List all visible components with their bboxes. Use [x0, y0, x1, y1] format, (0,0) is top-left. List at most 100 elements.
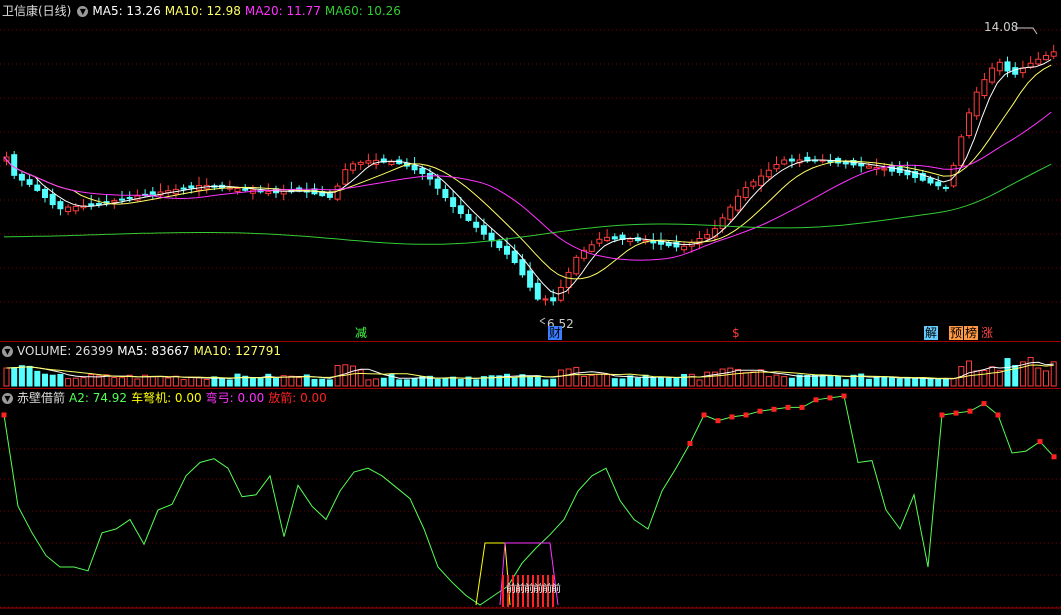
- ma60-line: [3, 163, 1052, 245]
- a2-peak-marker: [1037, 439, 1043, 445]
- event-marker-finance[interactable]: 财: [548, 326, 563, 340]
- indicator-legend: ▼ 赤壁借箭 A2: 74.92 车弩机: 0.00 弯弓: 0.00 放箭: 0.00: [0, 389, 331, 407]
- volume-bar: [742, 372, 749, 387]
- chevron-down-icon[interactable]: ▼: [2, 393, 13, 404]
- volume-bar: [819, 375, 826, 387]
- volume-bar: [26, 365, 33, 387]
- volume-bar: [219, 378, 226, 387]
- high-price-label: 14.08: [984, 20, 1019, 34]
- indicator-name[interactable]: 赤壁借箭: [17, 391, 65, 405]
- volume-bar: [296, 377, 303, 387]
- candle-body: [681, 245, 688, 251]
- volume-bar: [719, 368, 726, 387]
- candle-body: [781, 159, 788, 165]
- volume-bar: [827, 375, 834, 387]
- volume-bar: [257, 378, 264, 387]
- event-marker-forecast[interactable]: 预: [949, 326, 964, 340]
- candle-body: [488, 232, 495, 242]
- signal-text: 前前前前前前: [506, 584, 561, 595]
- volume-bar: [18, 365, 25, 387]
- volume-bar: [781, 376, 788, 387]
- volume-bar: [935, 378, 942, 387]
- a2-peak-marker: [715, 418, 721, 424]
- a2-peak-marker: [785, 404, 791, 410]
- volume-bar: [527, 375, 534, 387]
- ma10-label: MA10: 12.98: [164, 4, 241, 18]
- candle-body: [357, 161, 364, 165]
- volume-bar: [326, 379, 333, 387]
- volume-bar: [942, 378, 949, 387]
- volume-bar: [735, 368, 741, 387]
- candle-body: [765, 169, 772, 178]
- event-marker-unlock[interactable]: 解: [924, 326, 939, 340]
- volume-bar: [704, 371, 711, 387]
- volume-bar: [904, 377, 911, 387]
- stock-title[interactable]: 卫信康(日线): [2, 4, 71, 18]
- ma10-line: [3, 64, 1052, 280]
- volume-bar: [588, 374, 595, 387]
- ma20-label: MA20: 11.77: [244, 4, 321, 18]
- volume-bar: [357, 369, 364, 387]
- candle-body: [234, 188, 241, 192]
- candle-body: [788, 158, 795, 162]
- a2-peak-marker: [813, 397, 819, 403]
- volume-bar: [172, 375, 179, 387]
- volume-bar: [1027, 356, 1034, 387]
- event-marker-billboard[interactable]: 榜: [964, 326, 979, 340]
- volume-bar: [350, 365, 356, 387]
- volume-bar: [311, 378, 318, 387]
- low-pointer: [539, 317, 546, 325]
- volume-bar: [249, 378, 256, 387]
- event-marker-dividend[interactable]: $: [731, 326, 741, 340]
- candle-body: [180, 187, 187, 190]
- volume-bar: [642, 374, 649, 387]
- candle-body: [719, 217, 726, 230]
- candle-body: [342, 169, 349, 185]
- chevron-down-icon[interactable]: ▼: [2, 346, 13, 357]
- volume-bar: [57, 373, 64, 387]
- a2-label: A2: 74.92: [69, 391, 128, 405]
- volume-bar: [273, 378, 279, 387]
- candle-body: [935, 181, 942, 187]
- candle-body: [57, 201, 64, 210]
- volume-bar: [450, 376, 457, 387]
- volume-bar: [557, 369, 564, 387]
- candle-body: [742, 187, 749, 198]
- a2-peak-marker: [967, 408, 973, 414]
- candle-body: [280, 190, 287, 195]
- candle-body: [519, 259, 526, 276]
- candle-body: [527, 270, 534, 288]
- volume-bar: [1004, 358, 1011, 387]
- candle-body: [473, 221, 480, 228]
- fangjian-label: 放箭: 0.00: [268, 391, 327, 405]
- event-marker-limit-up[interactable]: 涨: [980, 326, 994, 340]
- a2-peak-marker: [995, 412, 1001, 418]
- candle-body: [989, 67, 996, 83]
- candle-body: [565, 271, 572, 289]
- event-marker-reduce[interactable]: 减: [354, 326, 368, 340]
- indicator-panel: ▼ 赤壁借箭 A2: 74.92 车弩机: 0.00 弯弓: 0.00 放箭: 0.00 …: [0, 389, 1061, 615]
- volume-panel: ▼ VOLUME: 26399 MA5: 83667 MA10: 127791: [0, 342, 1061, 388]
- volume-bar: [581, 376, 587, 387]
- candle-body: [573, 256, 580, 275]
- indicator-chart[interactable]: [0, 389, 1061, 615]
- volume-bar: [727, 367, 734, 387]
- candle-body: [111, 200, 118, 203]
- candle-body: [604, 236, 611, 242]
- volume-bar: [873, 376, 880, 387]
- candle-body: [411, 164, 418, 171]
- a2-peak-marker: [1051, 454, 1057, 460]
- volume-bar: [973, 370, 980, 387]
- candle-body: [350, 163, 356, 171]
- candle-body: [627, 238, 634, 243]
- candle-body: [49, 193, 56, 206]
- chevron-down-icon[interactable]: ▼: [77, 6, 89, 17]
- candle-body: [126, 197, 133, 200]
- a2-peak-marker: [729, 414, 735, 420]
- volume-bar: [927, 378, 934, 387]
- candle-body: [334, 185, 341, 200]
- candle-body: [11, 154, 18, 176]
- volume-bar: [234, 373, 241, 387]
- candle-body: [65, 206, 72, 213]
- candlestick-chart[interactable]: [0, 0, 1061, 341]
